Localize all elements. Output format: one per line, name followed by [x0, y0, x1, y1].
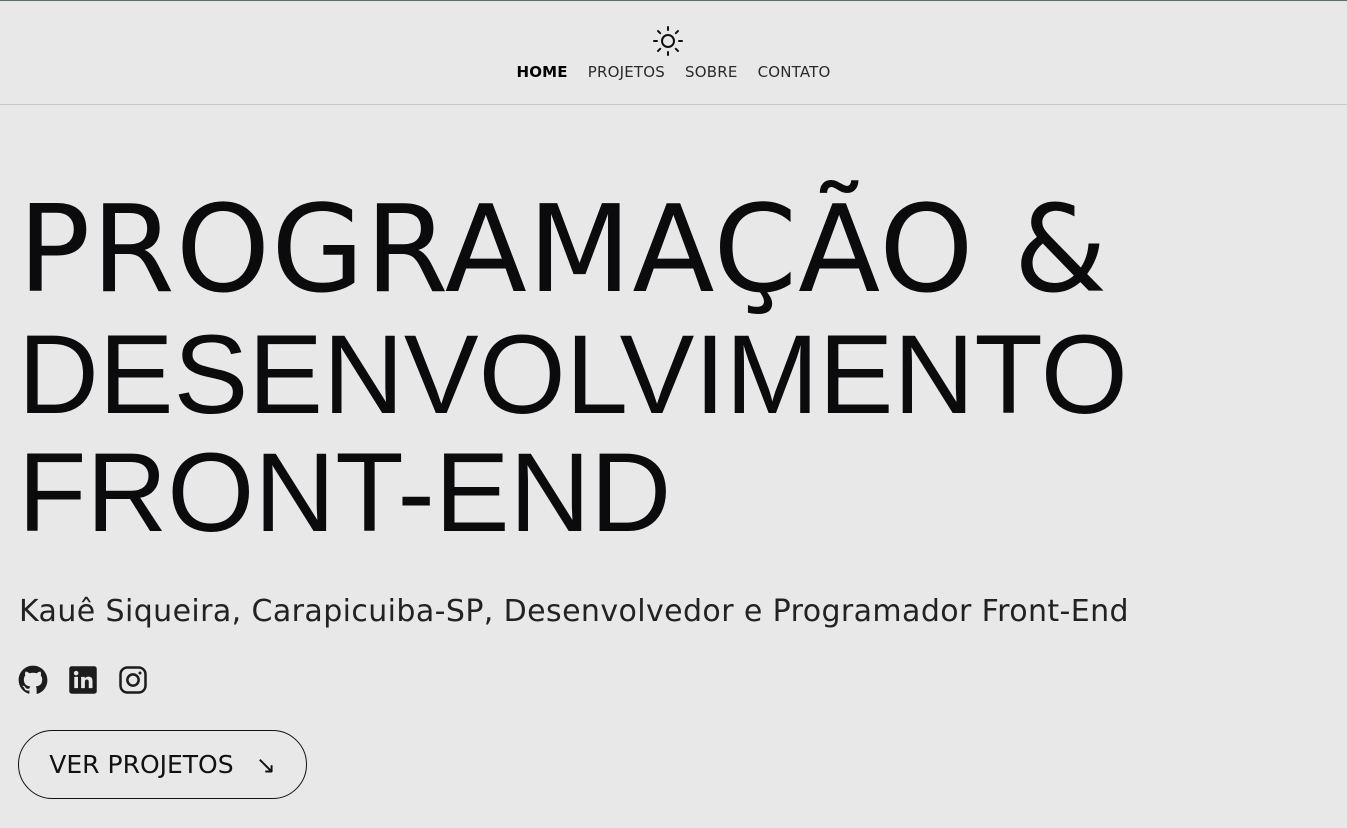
nav-sobre-link[interactable]: SOBRE — [685, 63, 738, 81]
site-header: HOME PROJETOS SOBRE CONTATO — [0, 1, 1347, 105]
nav-home-link[interactable]: HOME — [516, 63, 567, 81]
nav-projetos-link[interactable]: PROJETOS — [588, 63, 665, 81]
ver-projetos-button[interactable]: VER PROJETOS ↘ — [18, 730, 307, 799]
hero-title: PROGRAMAÇÃO & DESENVOLVIMENTO FRONT-END — [18, 186, 1128, 552]
arrow-down-right-icon: ↘ — [255, 750, 276, 779]
ver-projetos-label: VER PROJETOS — [49, 750, 234, 779]
github-link[interactable] — [18, 665, 48, 695]
hero-title-line-1: PROGRAMAÇÃO & — [18, 181, 1109, 320]
github-icon — [18, 665, 48, 694]
hero-subtitle: Kauê Siqueira, Carapicuiba-SP, Desenvolv… — [19, 594, 1129, 629]
hero-title-line-3: FRONT-END — [18, 430, 672, 555]
instagram-icon — [119, 666, 147, 694]
linkedin-icon — [69, 666, 97, 694]
hero-title-line-2: DESENVOLVIMENTO — [18, 312, 1128, 437]
theme-toggle-button[interactable] — [652, 25, 684, 57]
nav-contato-link[interactable]: CONTATO — [758, 63, 831, 81]
social-links — [18, 665, 148, 695]
sun-icon — [653, 26, 683, 56]
instagram-link[interactable] — [118, 665, 148, 695]
linkedin-link[interactable] — [68, 665, 98, 695]
main-nav: HOME PROJETOS SOBRE CONTATO — [0, 63, 1347, 81]
